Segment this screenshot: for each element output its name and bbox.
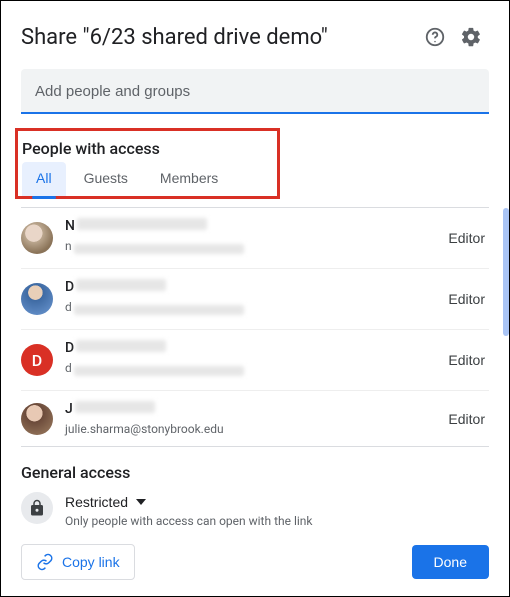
- email-initial: n: [65, 239, 72, 253]
- tab-all[interactable]: All: [22, 162, 66, 196]
- copy-link-label: Copy link: [62, 554, 120, 570]
- redacted-name: [77, 218, 207, 230]
- tab-guests[interactable]: Guests: [70, 162, 142, 196]
- redacted-name: [76, 340, 166, 352]
- person-row[interactable]: D D d Editor: [21, 330, 489, 391]
- avatar: [21, 283, 53, 315]
- help-icon[interactable]: [417, 19, 453, 55]
- redacted-email: [74, 366, 244, 376]
- copy-link-button[interactable]: Copy link: [21, 544, 135, 580]
- done-button[interactable]: Done: [412, 545, 489, 579]
- access-mode-label: Restricted: [65, 494, 128, 510]
- tab-members[interactable]: Members: [146, 162, 232, 196]
- name-initial: D: [65, 279, 74, 295]
- redacted-name: [76, 279, 166, 291]
- redacted-email: [74, 244, 244, 254]
- name-initial: D: [65, 340, 74, 356]
- access-section-title: People with access: [18, 133, 269, 162]
- person-row[interactable]: N n Editor: [21, 208, 489, 269]
- name-initial: J: [65, 401, 73, 417]
- access-mode-selector[interactable]: Restricted: [65, 492, 146, 512]
- link-icon: [36, 553, 54, 571]
- avatar: [21, 222, 53, 254]
- role-selector[interactable]: Editor: [444, 405, 489, 433]
- avatar: [21, 403, 53, 435]
- role-selector[interactable]: Editor: [444, 224, 489, 252]
- person-email: julie.sharma@stonybrook.edu: [65, 422, 444, 436]
- add-people-wrap[interactable]: [21, 69, 489, 114]
- avatar: D: [21, 344, 53, 376]
- access-mode-description: Only people with access can open with th…: [65, 514, 489, 528]
- person-row[interactable]: J julie.sharma@stonybrook.edu Editor: [21, 391, 489, 447]
- email-initial: d: [65, 300, 72, 314]
- add-people-input[interactable]: [35, 83, 475, 100]
- email-initial: d: [65, 361, 72, 375]
- annotation-highlight: People with access All Guests Members: [15, 128, 280, 199]
- gear-icon[interactable]: [453, 19, 489, 55]
- name-initial: N: [65, 218, 75, 234]
- lock-icon: [21, 492, 53, 524]
- scrollbar[interactable]: [503, 208, 509, 336]
- general-access-title: General access: [21, 463, 489, 482]
- redacted-email: [74, 305, 244, 315]
- redacted-name: [75, 401, 155, 413]
- person-row[interactable]: D d Editor: [21, 269, 489, 330]
- role-selector[interactable]: Editor: [444, 346, 489, 374]
- chevron-down-icon: [136, 497, 146, 507]
- role-selector[interactable]: Editor: [444, 285, 489, 313]
- dialog-title: Share "6/23 shared drive demo": [21, 25, 417, 50]
